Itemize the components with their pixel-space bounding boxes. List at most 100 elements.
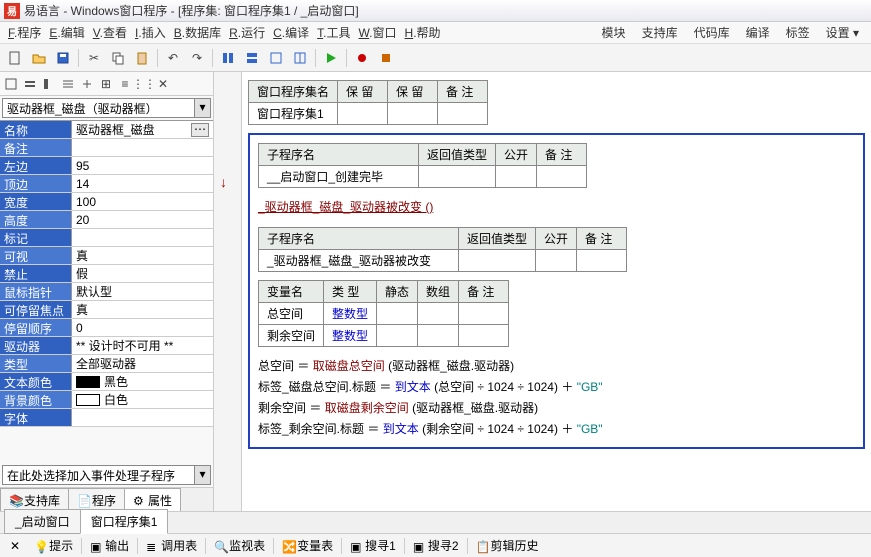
prop-row[interactable]: 停留顺序0 [0, 319, 213, 337]
code-line[interactable]: _驱动器框_磁盘_驱动器被改变 () [258, 196, 855, 217]
menu-database[interactable]: B.数据库 [170, 22, 225, 43]
stop-icon[interactable] [375, 47, 397, 69]
menu-compile[interactable]: C.编译 [269, 22, 313, 43]
prop-row[interactable]: 备注 [0, 139, 213, 157]
ellipsis-button[interactable]: ⋯ [191, 123, 209, 137]
menu-codelib[interactable]: 代码库 [686, 22, 738, 43]
prop-value[interactable]: 100 [72, 193, 213, 210]
panel-btn8-icon[interactable]: ⋮⋮ [135, 75, 153, 93]
menu-settings[interactable]: 设置 ▾ [818, 22, 867, 43]
panel-btn9-icon[interactable]: ✕ [154, 75, 172, 93]
menu-run[interactable]: R.运行 [225, 22, 269, 43]
menu-label[interactable]: 标签 [778, 22, 818, 43]
layout3-icon[interactable] [265, 47, 287, 69]
prop-value[interactable]: 驱动器框_磁盘⋯ [72, 121, 213, 138]
prop-row[interactable]: 可停留焦点真 [0, 301, 213, 319]
prop-value[interactable]: 真 [72, 247, 213, 264]
prop-value[interactable]: 默认型 [72, 283, 213, 300]
menu-view[interactable]: V.查看 [89, 22, 131, 43]
collapse-icon[interactable]: ✕ [4, 537, 26, 555]
tab-startwindow[interactable]: _启动窗口 [4, 509, 81, 534]
sb-search1[interactable]: ▣搜寻1 [344, 535, 402, 556]
sb-output[interactable]: ▣输出 [84, 535, 135, 556]
tab-supportlib[interactable]: 📚支持库 [0, 488, 69, 511]
prop-row[interactable]: 禁止假 [0, 265, 213, 283]
sb-search2[interactable]: ▣搜寻2 [407, 535, 465, 556]
panel-btn2-icon[interactable] [21, 75, 39, 93]
prop-value[interactable]: 假 [72, 265, 213, 282]
prop-row[interactable]: 高度20 [0, 211, 213, 229]
open-icon[interactable] [28, 47, 50, 69]
code-line[interactable]: 剩余空间 ＝ 取磁盘剩余空间 (驱动器框_磁盘.驱动器) [258, 397, 855, 418]
prop-row[interactable]: 字体 [0, 409, 213, 427]
panel-btn6-icon[interactable]: ⊞ [97, 75, 115, 93]
prop-row[interactable]: 可视真 [0, 247, 213, 265]
menu-window[interactable]: W.窗口 [355, 22, 401, 43]
component-selector[interactable]: 驱动器框_磁盘（驱动器框） ▾ [2, 98, 211, 118]
menu-help[interactable]: H.帮助 [401, 22, 445, 43]
prop-value[interactable]: 14 [72, 175, 213, 192]
menu-supportlib[interactable]: 支持库 [634, 22, 686, 43]
prop-value[interactable]: 20 [72, 211, 213, 228]
dropdown-icon[interactable]: ▾ [194, 99, 210, 117]
event-selector[interactable]: 在此处选择加入事件处理子程序 ▾ [2, 465, 211, 485]
code-line[interactable]: 总空间 ＝ 取磁盘总空间 (驱动器框_磁盘.驱动器) [258, 355, 855, 376]
prop-value[interactable] [72, 229, 213, 246]
run-icon[interactable] [320, 47, 342, 69]
new-icon[interactable] [4, 47, 26, 69]
paste-icon[interactable] [131, 47, 153, 69]
menu-file[interactable]: F.程序 [4, 22, 45, 43]
prop-value[interactable]: 白色 [72, 391, 213, 408]
cut-icon[interactable]: ✂ [83, 47, 105, 69]
panel-btn4-icon[interactable] [59, 75, 77, 93]
property-grid[interactable]: 名称驱动器框_磁盘⋯备注左边95顶边14宽度100高度20标记可视真禁止假鼠标指… [0, 120, 213, 463]
prop-value[interactable]: 真 [72, 301, 213, 318]
code-line[interactable]: 标签_磁盘总空间.标题 ＝ 到文本 (总空间 ÷ 1024 ÷ 1024) ＋ … [258, 376, 855, 397]
tab-program[interactable]: 📄程序 [68, 488, 125, 511]
prop-row[interactable]: 左边95 [0, 157, 213, 175]
menu-module[interactable]: 模块 [594, 22, 634, 43]
breakpoint-arrow-icon[interactable]: ↓ [220, 174, 227, 190]
layout4-icon[interactable] [289, 47, 311, 69]
prop-value[interactable]: 黑色 [72, 373, 213, 390]
menu-tools[interactable]: T.工具 [313, 22, 354, 43]
prop-row[interactable]: 顶边14 [0, 175, 213, 193]
prop-row[interactable]: 鼠标指针默认型 [0, 283, 213, 301]
prop-value[interactable] [72, 409, 213, 426]
sb-callstack[interactable]: ≣调用表 [140, 535, 203, 556]
prop-row[interactable]: 宽度100 [0, 193, 213, 211]
code-editor[interactable]: 窗口程序集名保 留保 留备 注 窗口程序集1 子程序名返回值类型公开备 注 __… [242, 72, 871, 511]
prop-value[interactable]: ** 设计时不可用 ** [72, 337, 213, 354]
prop-value[interactable] [72, 139, 213, 156]
prop-row[interactable]: 背景颜色白色 [0, 391, 213, 409]
layout2-icon[interactable] [241, 47, 263, 69]
redo-icon[interactable]: ↷ [186, 47, 208, 69]
save-icon[interactable] [52, 47, 74, 69]
code-line[interactable]: 标签_剩余空间.标题 ＝ 到文本 (剩余空间 ÷ 1024 ÷ 1024) ＋ … [258, 418, 855, 439]
tab-properties[interactable]: ⚙属性 [124, 488, 181, 511]
prop-value[interactable]: 95 [72, 157, 213, 174]
sb-vars[interactable]: 🔀变量表 [276, 535, 339, 556]
prop-row[interactable]: 文本颜色黑色 [0, 373, 213, 391]
panel-btn5-icon[interactable] [78, 75, 96, 93]
menu-insert[interactable]: I.插入 [131, 22, 170, 43]
panel-btn1-icon[interactable] [2, 75, 20, 93]
sb-cliphist[interactable]: 📋剪辑历史 [470, 535, 545, 556]
sb-hint[interactable]: 💡提示 [28, 535, 79, 556]
tab-assembly1[interactable]: 窗口程序集1 [80, 509, 169, 534]
prop-row[interactable]: 名称驱动器框_磁盘⋯ [0, 121, 213, 139]
menu-edit[interactable]: E.编辑 [45, 22, 88, 43]
panel-btn3-icon[interactable] [40, 75, 58, 93]
dropdown-icon[interactable]: ▾ [194, 466, 210, 484]
undo-icon[interactable]: ↶ [162, 47, 184, 69]
prop-value[interactable]: 全部驱动器 [72, 355, 213, 372]
menu-build[interactable]: 编译 [738, 22, 778, 43]
debug-icon[interactable] [351, 47, 373, 69]
prop-row[interactable]: 驱动器** 设计时不可用 ** [0, 337, 213, 355]
prop-row[interactable]: 标记 [0, 229, 213, 247]
prop-row[interactable]: 类型全部驱动器 [0, 355, 213, 373]
layout1-icon[interactable] [217, 47, 239, 69]
prop-value[interactable]: 0 [72, 319, 213, 336]
sb-watch[interactable]: 🔍监视表 [208, 535, 271, 556]
copy-icon[interactable] [107, 47, 129, 69]
